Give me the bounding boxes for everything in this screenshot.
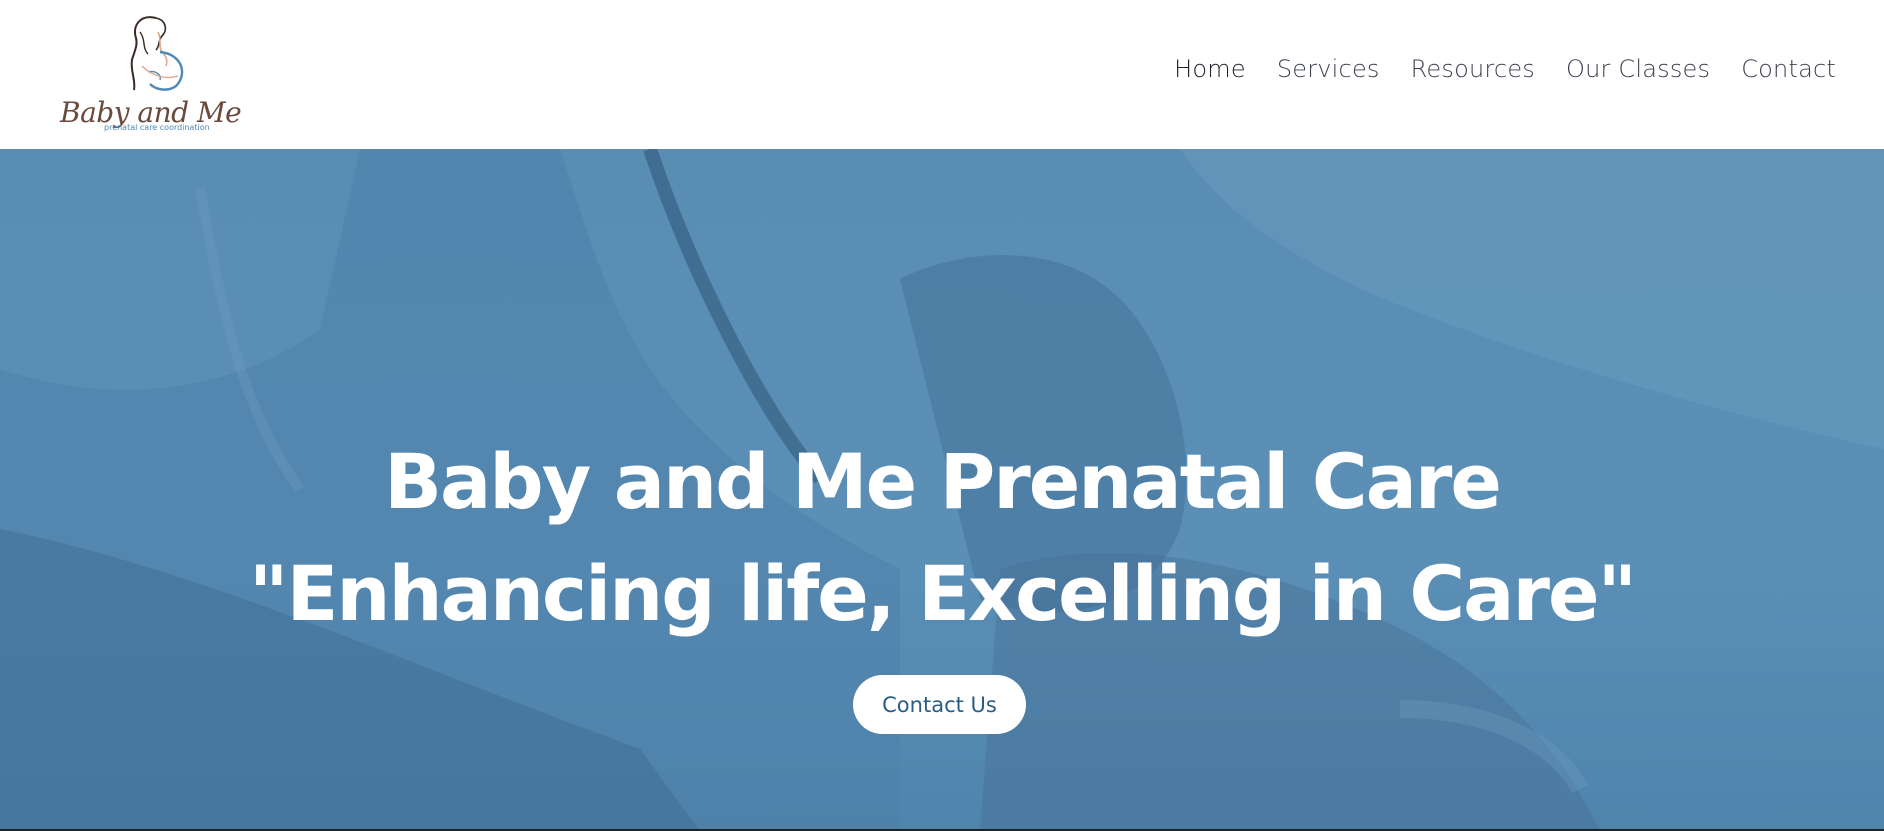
nav-services[interactable]: Services	[1277, 55, 1380, 83]
hero-title-line1: Baby and Me Prenatal Care	[384, 437, 1502, 526]
nav-home[interactable]: Home	[1174, 55, 1246, 83]
nav-our-classes[interactable]: Our Classes	[1566, 55, 1710, 83]
hero-section: Baby and Me Prenatal Care "Enhancing lif…	[0, 149, 1884, 831]
main-nav: Home Services Resources Our Classes Cont…	[1174, 55, 1836, 83]
logo-tagline: prenatal care coordination	[104, 123, 210, 132]
site-header: Baby and Me prenatal care coordination H…	[0, 0, 1884, 149]
nav-resources[interactable]: Resources	[1411, 55, 1535, 83]
logo[interactable]: Baby and Me prenatal care coordination	[56, 10, 242, 138]
contact-us-button[interactable]: Contact Us	[853, 675, 1026, 734]
hero-title-line2: "Enhancing life, Excelling in Care"	[248, 549, 1637, 638]
mother-silhouette-icon	[130, 16, 184, 91]
nav-contact[interactable]: Contact	[1741, 55, 1836, 83]
